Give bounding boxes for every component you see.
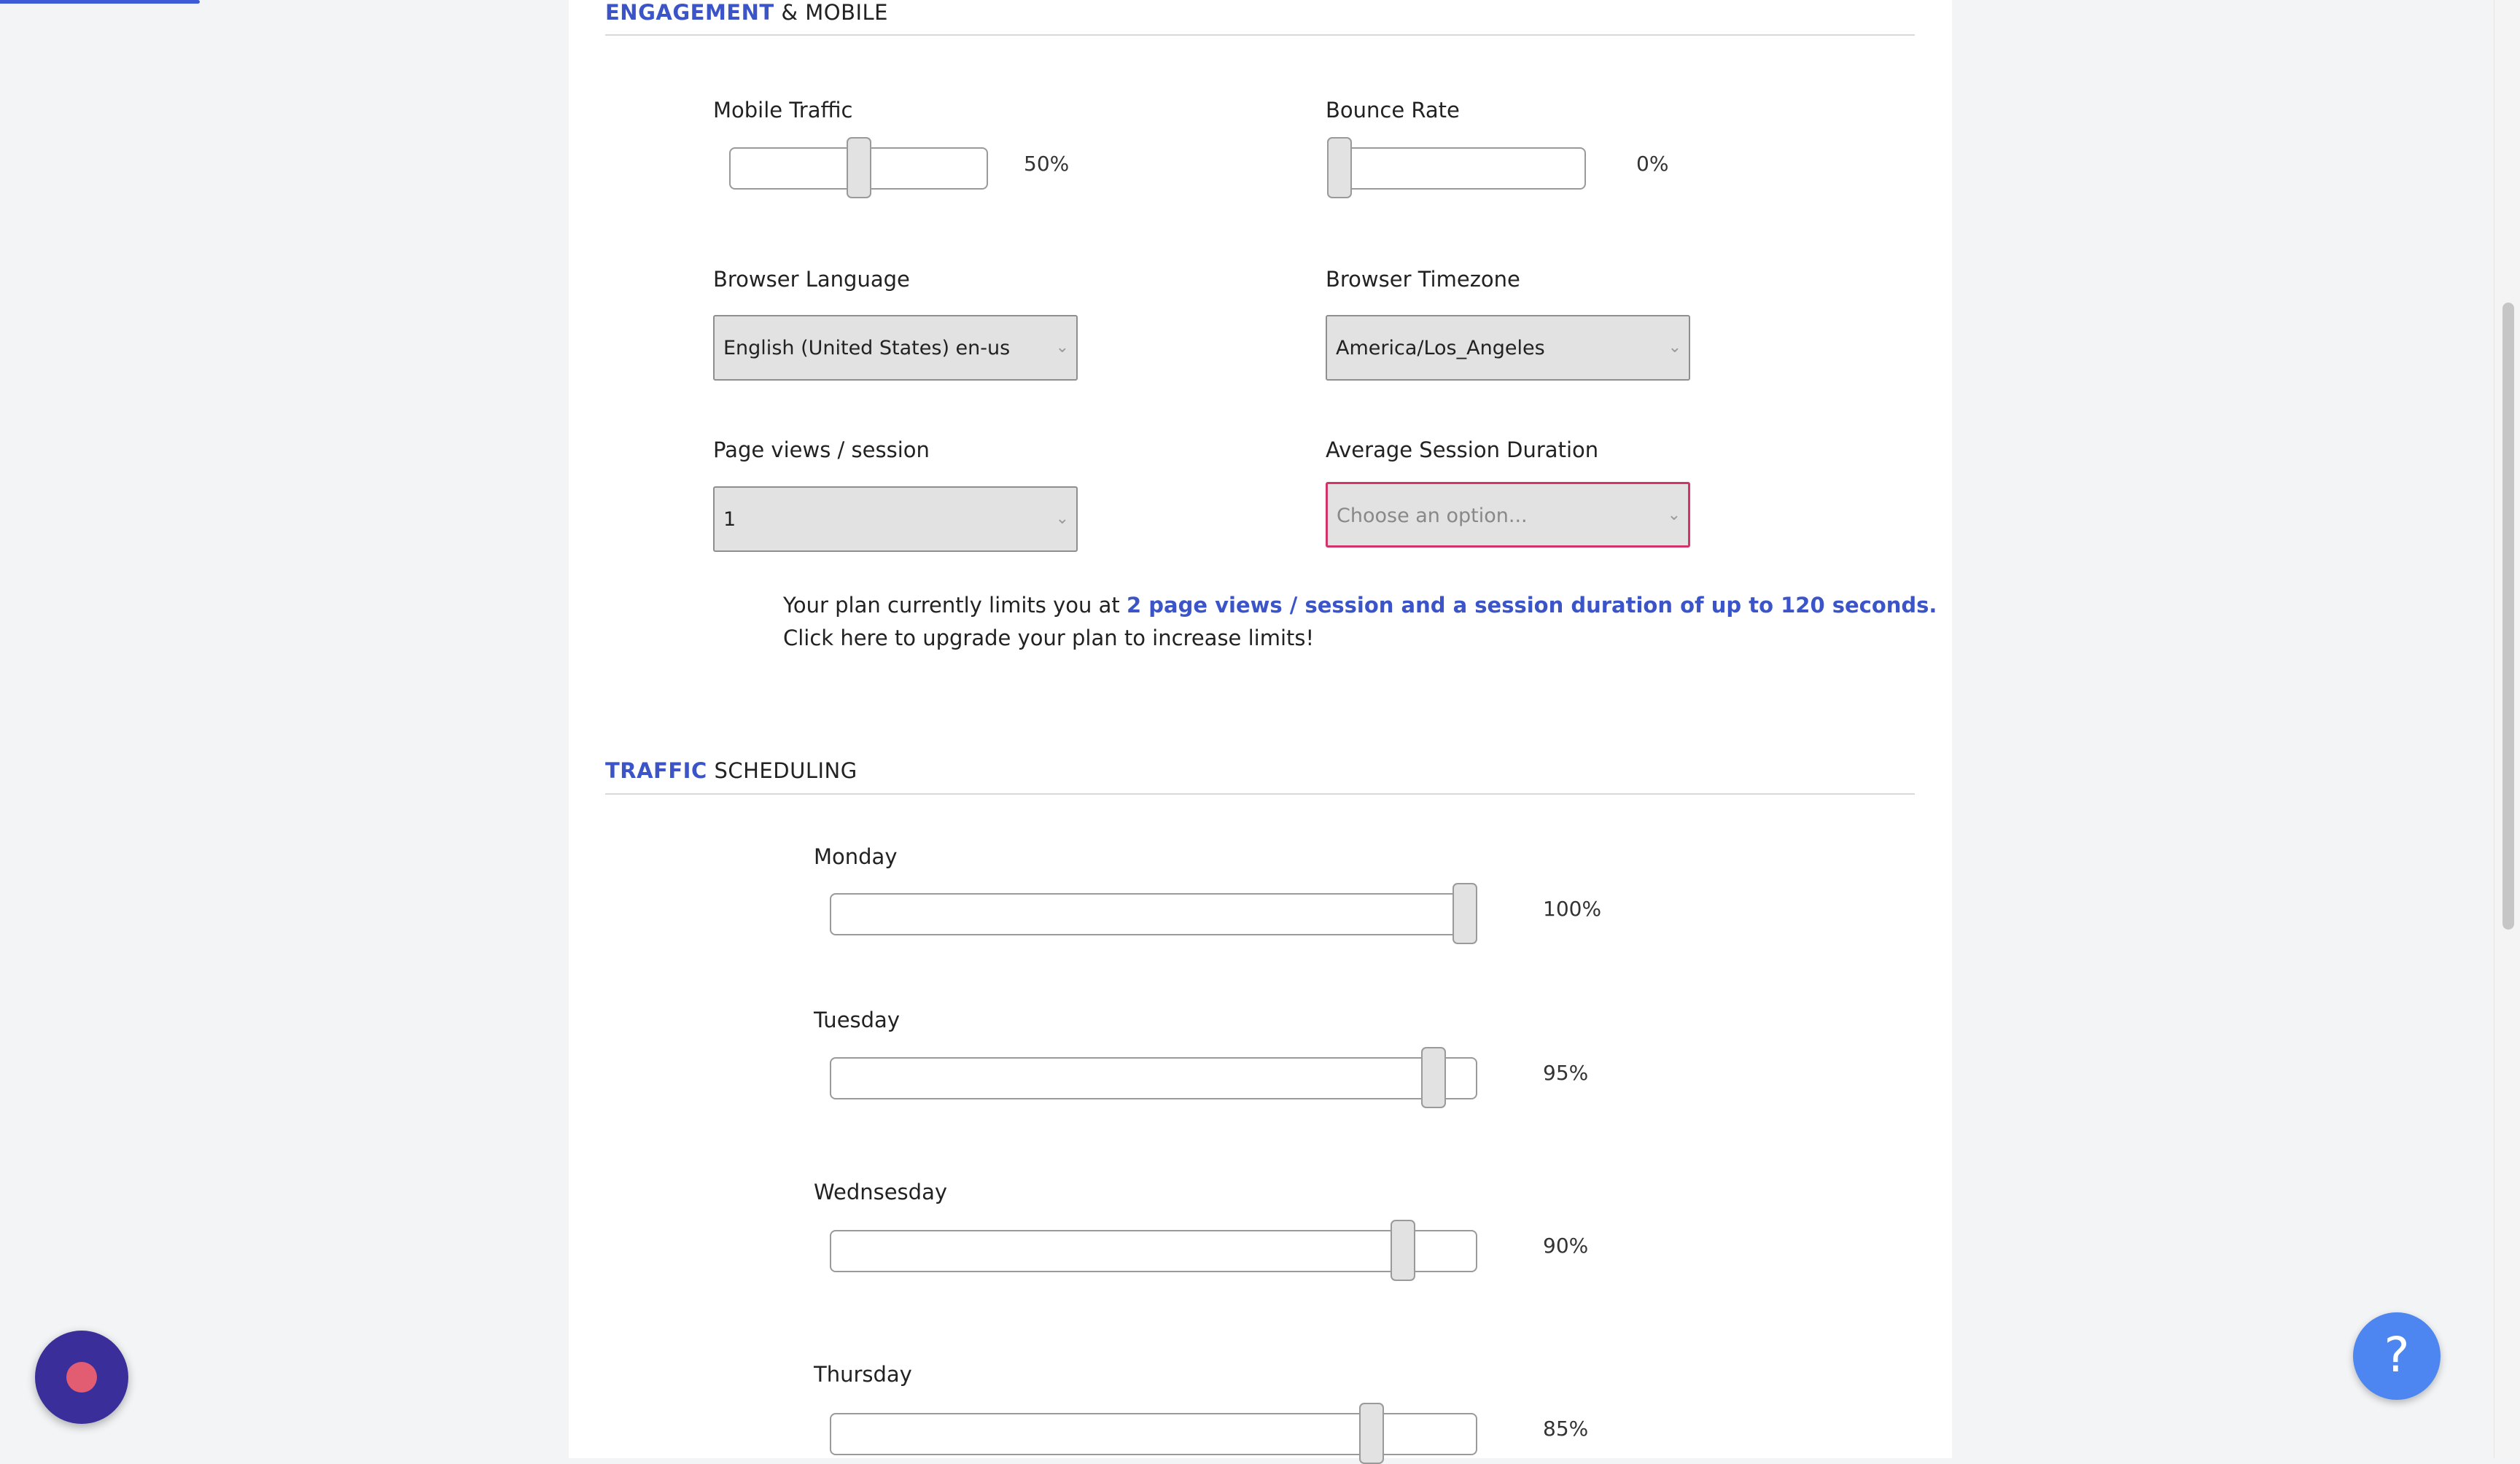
mobile-traffic-slider[interactable] [729, 137, 988, 198]
upgrade-plan-link[interactable]: Click here to upgrade your plan to incre… [783, 622, 1314, 655]
chat-widget-button[interactable] [35, 1331, 128, 1424]
chevron-down-icon: ⌄ [1055, 510, 1069, 528]
page-views-selected: 1 [723, 508, 736, 531]
plan-limit-note: Your plan currently limits you at 2 page… [783, 589, 1937, 622]
bounce-rate-value: 0% [1636, 152, 1669, 176]
browser-language-label: Browser Language [713, 267, 910, 292]
day-label-monday: Monday [814, 844, 898, 869]
section-title-rest: SCHEDULING [714, 758, 858, 783]
section-divider [605, 793, 1915, 795]
slider-track [1327, 147, 1586, 190]
day-label-tuesday: Tuesday [814, 1008, 900, 1032]
session-duration-placeholder: Choose an option... [1337, 505, 1528, 527]
mobile-traffic-value: 50% [1024, 152, 1070, 176]
plan-note-prefix: Your plan currently limits you at [783, 593, 1127, 618]
slider-thumb[interactable] [1327, 137, 1352, 198]
slider-track [830, 1057, 1477, 1099]
slider-thumb[interactable] [1452, 883, 1477, 944]
bounce-rate-label: Bounce Rate [1326, 98, 1460, 122]
page-scrollbar[interactable] [2494, 0, 2520, 1458]
section-title-rest: & MOBILE [781, 0, 888, 25]
chevron-down-icon: ⌄ [1055, 338, 1069, 357]
section-title-accent: TRAFFIC [605, 758, 707, 783]
day-slider-thumbsday[interactable] [830, 1403, 1477, 1464]
day-slider-wednesday[interactable] [830, 1220, 1477, 1281]
scrollbar-thumb[interactable] [2502, 303, 2514, 930]
scheduling-section-title: TRAFFIC SCHEDULING [605, 758, 858, 783]
day-value-tuesday: 95% [1543, 1061, 1589, 1085]
day-slider-tuesday[interactable] [830, 1047, 1477, 1108]
bounce-rate-slider[interactable] [1327, 137, 1586, 198]
page-load-progress-bar [0, 0, 200, 4]
session-duration-select[interactable]: Choose an option... ⌄ [1326, 482, 1690, 548]
chevron-down-icon: ⌄ [1667, 506, 1681, 524]
section-title-accent: ENGAGEMENT [605, 0, 774, 25]
browser-timezone-selected: America/Los_Angeles [1336, 337, 1545, 359]
page-views-label: Page views / session [713, 437, 930, 462]
slider-thumb[interactable] [1359, 1403, 1384, 1464]
day-slider-monday[interactable] [830, 883, 1477, 944]
chevron-down-icon: ⌄ [1668, 338, 1681, 357]
question-mark-icon: ? [2384, 1327, 2410, 1383]
help-button[interactable]: ? [2353, 1312, 2441, 1400]
mobile-traffic-label: Mobile Traffic [713, 98, 853, 122]
page-views-select[interactable]: 1 ⌄ [713, 486, 1078, 552]
slider-track [830, 1230, 1477, 1272]
day-label-thursday: Thursday [814, 1362, 912, 1387]
session-duration-label: Average Session Duration [1326, 437, 1599, 462]
slider-thumb[interactable] [1391, 1220, 1415, 1281]
day-label-wednesday: Wednsesday [814, 1180, 948, 1204]
day-value-thursday: 85% [1543, 1417, 1589, 1441]
engagement-section-title: ENGAGEMENT & MOBILE [605, 0, 888, 25]
browser-timezone-select[interactable]: America/Los_Angeles ⌄ [1326, 315, 1690, 381]
settings-panel: ENGAGEMENT & MOBILE Mobile Traffic 50% B… [569, 0, 1952, 1464]
record-dot-icon [66, 1362, 97, 1393]
day-value-wednesday: 90% [1543, 1234, 1589, 1258]
slider-track [830, 893, 1477, 935]
browser-language-select[interactable]: English (United States) en-us ⌄ [713, 315, 1078, 381]
plan-limit-highlight: 2 page views / session and a session dur… [1127, 593, 1937, 618]
section-divider [605, 34, 1915, 36]
slider-thumb[interactable] [1421, 1047, 1446, 1108]
day-value-monday: 100% [1543, 897, 1602, 921]
browser-timezone-label: Browser Timezone [1326, 267, 1520, 292]
browser-language-selected: English (United States) en-us [723, 337, 1011, 359]
slider-thumb[interactable] [847, 137, 871, 198]
